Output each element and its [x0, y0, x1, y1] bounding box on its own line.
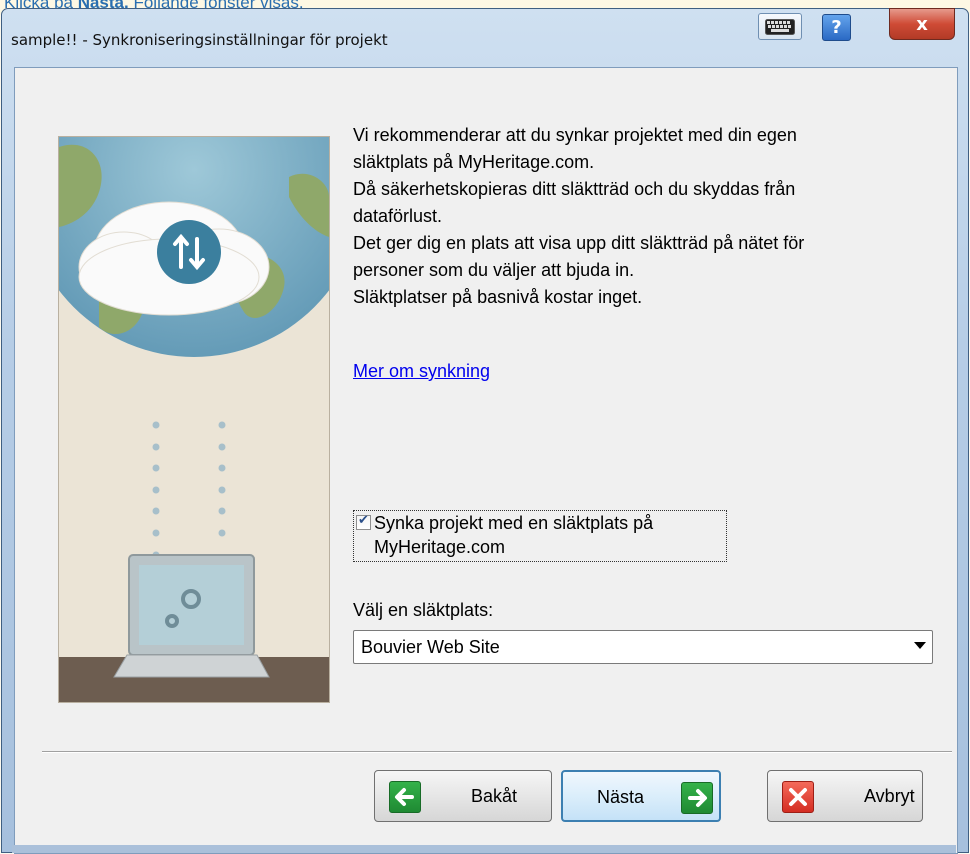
site-dropdown-value: Bouvier Web Site [361, 637, 500, 657]
close-button[interactable]: x [889, 8, 955, 40]
description-line: dataförlust. [353, 206, 443, 226]
cancel-button[interactable]: Avbryt [767, 770, 923, 822]
description-line: Släktplatser på basnivå kostar inget. [353, 287, 643, 307]
description-line: Vi rekommenderar att du synkar projektet… [353, 125, 797, 145]
next-button[interactable]: Nästa [561, 770, 721, 822]
sync-checkbox-row[interactable]: Synka projekt med en släktplats på MyHer… [353, 510, 727, 562]
more-about-sync-link[interactable]: Mer om synkning [353, 361, 490, 382]
description-line: Det ger dig en plats att visa upp ditt s… [353, 233, 805, 253]
dropdown-arrow-icon [914, 642, 926, 649]
button-divider [42, 751, 952, 753]
back-button[interactable]: Bakåt [374, 770, 552, 822]
sync-description: Vi rekommenderar att du synkar projektet… [353, 122, 913, 311]
dialog-window: sample!! - Synkroniseringsinställningar … [1, 8, 969, 854]
cancel-button-label: Avbryt [864, 786, 915, 806]
arrow-left-icon [389, 781, 421, 813]
window-bottom-edge [12, 845, 956, 853]
keyboard-icon [765, 18, 795, 35]
description-line: Då säkerhetskopieras ditt släktträd och … [353, 179, 796, 199]
site-dropdown[interactable]: Bouvier Web Site [353, 630, 933, 664]
cancel-x-icon [782, 781, 814, 813]
sync-checkbox[interactable] [356, 513, 371, 530]
description-line: släktplats på MyHeritage.com. [353, 152, 595, 172]
sync-checkbox-label: Synka projekt med en släktplats på MyHer… [374, 513, 654, 557]
site-select-label: Välj en släktplats: [353, 600, 494, 620]
arrow-right-icon [681, 782, 713, 814]
next-button-label: Nästa [597, 787, 645, 807]
window-title: sample!! - Synkroniseringsinställningar … [11, 31, 388, 49]
back-button-label: Bakåt [471, 786, 518, 806]
keyboard-button[interactable] [758, 13, 802, 40]
help-button[interactable]: ? [822, 14, 851, 41]
sync-illustration [58, 136, 330, 703]
dialog-client-area: Vi rekommenderar att du synkar projektet… [14, 67, 958, 854]
description-line: personer som du väljer att bjuda in. [353, 260, 635, 280]
titlebar: sample!! - Synkroniseringsinställningar … [2, 8, 968, 67]
